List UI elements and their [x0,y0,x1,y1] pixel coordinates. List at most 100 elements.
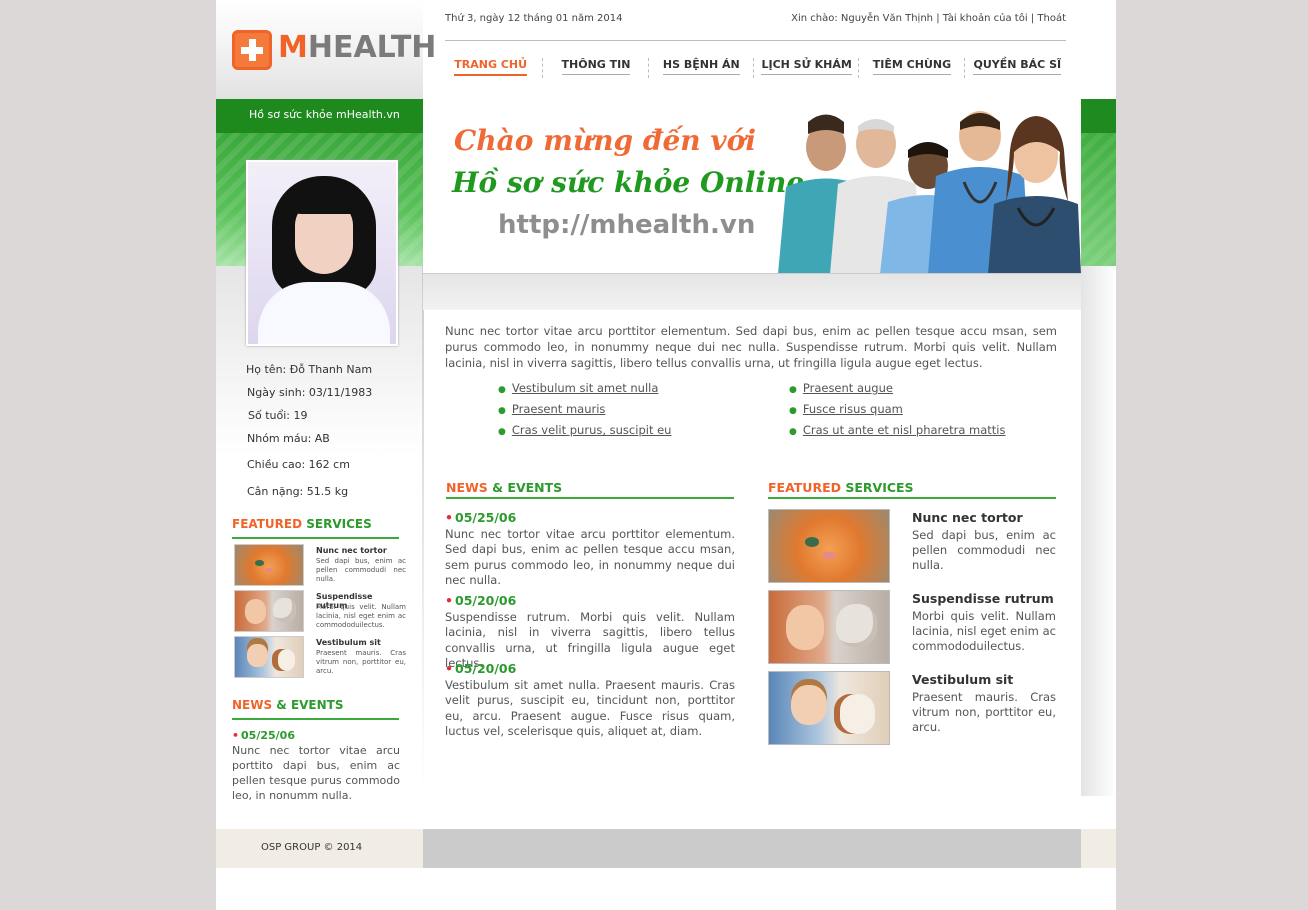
sidebar-service-item[interactable]: Suspendisse rutrum Morbi quis velit. Nul… [234,590,406,634]
service-desc: Praesent mauris. Cras vitrum non, portti… [316,649,406,675]
site-tagline: Hồ sơ sức khỏe mHealth.vn [216,99,423,133]
news-item: • 05/25/06 Nunc nec tortor vitae arcu por… [445,510,735,589]
service-title: Vestibulum sit [316,638,381,647]
sidebar-service-item[interactable]: Vestibulum sit Praesent mauris. Cras vit… [234,636,406,680]
profile-weight: Cân nặng: 51.5 kg [247,485,349,498]
list-item: ● Praesent augue [789,381,1006,402]
news-item: • 05/20/06 Vestibulum sit amet nulla. Pra… [445,661,735,740]
link[interactable]: Cras velit purus, suscipit eu [512,423,672,437]
logo[interactable]: MHEALTH [278,30,436,65]
kid-thumbnail [768,671,890,745]
list-item: ● Cras velit purus, suscipit eu [498,423,671,444]
medical-cross-icon [232,30,272,70]
heading-part-2: & EVENTS [272,698,344,712]
sidebar-news-heading: NEWS & EVENTS [232,698,399,720]
bullet-icon: • [445,510,453,525]
nav-label: TRANG CHỦ [454,54,528,76]
news-date-text: 05/25/06 [455,510,517,525]
bullet-icon: ● [789,406,797,416]
intro-text: Nunc nec tortor vitae arcu porttitor ele… [445,324,1057,370]
heading-part-1: FEATURED [232,517,303,531]
news-item: • 05/20/06 Suspendisse rutrum. Morbi quis… [445,593,735,672]
news-text: Nunc nec tortor vitae arcu porttitor ele… [445,526,735,588]
nav-label: TIÊM CHÙNG [872,54,952,75]
news-text: Vestibulum sit amet nulla. Praesent maur… [445,677,735,739]
bullet-icon: ● [789,427,797,437]
link[interactable]: Vestibulum sit amet nulla [512,381,659,395]
greeting-text: Xin chào: Nguyễn Văn Thịnh [791,13,934,24]
links-column-2: ● Praesent augue ● Fusce risus quam ● Cras … [789,381,1006,444]
footer-corner [1081,829,1116,868]
bullet-icon: • [445,593,453,608]
list-item: ● Fusce risus quam [789,402,1006,423]
news-date: • 05/20/06 [445,593,735,609]
news-date-text: 05/25/06 [241,729,295,742]
nav-item-doctor-permissions[interactable]: QUYỀN BÁC SĨ [965,54,1070,84]
service-item[interactable]: Nunc nec tortor Sed dapi bus, enim ac pe… [768,509,1058,589]
heading-part-2: SERVICES [302,517,372,531]
profile-name: Họ tên: Đỗ Thanh Nam [246,363,373,376]
news-date: • 05/20/06 [445,661,735,677]
link[interactable]: Fusce risus quam [803,402,903,416]
news-date: • 05/25/06 [445,510,735,526]
bullet-icon: • [445,661,453,676]
my-account-link[interactable]: Tài khoản của tôi [943,13,1028,24]
kid-thumbnail [234,636,304,678]
separator: | [933,13,943,24]
nav-item-medical-records[interactable]: HS BỆNH ÁN [649,54,754,84]
logout-link[interactable]: Thoát [1037,13,1066,24]
sidebar-service-item[interactable]: Nunc nec tortor Sed dapi bus, enim ac pe… [234,544,406,588]
welcome-banner: Chào mừng đến với Hồ sơ sức khỏe Online … [423,92,1081,274]
links-column-1: ● Vestibulum sit amet nulla ● Praesent mau… [498,381,671,444]
left-sidebar: MHEALTH Hồ sơ sức khỏe mHealth.vn Họ tên… [216,0,436,829]
nav-item-info[interactable]: THÔNG TIN [543,54,649,84]
link[interactable]: Praesent augue [803,381,893,395]
profile-dob: Ngày sinh: 03/11/1983 [247,386,373,399]
heading-part-1: NEWS [446,480,488,495]
nav-item-visit-history[interactable]: LỊCH SỬ KHÁM [754,54,860,84]
link[interactable]: Cras ut ante et nisl pharetra mattis [803,423,1006,437]
heading-part-1: FEATURED [768,480,841,495]
link[interactable]: Praesent mauris [512,402,606,416]
bullet-icon: ● [498,385,506,395]
logo-text-rest: HEALTH [307,30,437,65]
service-item[interactable]: Vestibulum sit Praesent mauris. Cras vit… [768,671,1058,751]
heading-part-2: & EVENTS [487,480,563,495]
nav-item-vaccination[interactable]: TIÊM CHÙNG [859,54,965,84]
profile-age: Số tuổi: 19 [248,409,308,422]
page: MHEALTH Hồ sơ sức khỏe mHealth.vn Họ tên… [216,0,1116,910]
list-item: ● Cras ut ante et nisl pharetra mattis [789,423,1006,444]
right-green-decoration [1081,99,1116,266]
service-desc: Praesent mauris. Cras vitrum non, portti… [912,690,1056,734]
heading-part-2: SERVICES [841,480,914,495]
footer-bar [423,829,1081,868]
heading-part-1: NEWS [232,698,273,712]
list-item: ● Vestibulum sit amet nulla [498,381,671,402]
bullet-icon: ● [789,385,797,395]
cat-thumbnail [234,544,304,586]
cat-thumbnail [768,509,890,583]
nav-item-home[interactable]: TRANG CHỦ [438,54,544,84]
sidebar-featured-heading: FEATURED SERVICES [232,517,399,539]
banner-url: http://mhealth.vn [498,210,756,240]
logo-area: MHEALTH [216,0,436,99]
footer-copyright: OSP GROUP © 2014 [216,829,423,868]
sidebar-news-item: • 05/25/06 Nunc nec tortor vitae arcu por… [232,728,400,803]
bullet-icon: ● [498,406,506,416]
nav-label: QUYỀN BÁC SĨ [973,54,1062,75]
news-text: Nunc nec tortor vitae arcu porttito dapi… [232,744,400,802]
service-item[interactable]: Suspendisse rutrum Morbi quis velit. Nul… [768,590,1058,670]
service-desc: Morbi quis velit. Nullam lacinia, nisl e… [912,609,1056,653]
doctors-image [778,111,1081,273]
logo-letter-m: M [278,30,308,65]
nav-label: THÔNG TIN [561,54,631,75]
news-date-text: 05/20/06 [455,593,517,608]
service-title: Vestibulum sit [912,672,1014,687]
bullet-icon: ● [498,427,506,437]
news-date-text: 05/20/06 [455,661,517,676]
list-item: ● Praesent mauris [498,402,671,423]
grey-bar [423,274,1081,310]
separator: | [1027,13,1038,24]
service-title: Nunc nec tortor [912,510,1023,525]
featured-services-heading: FEATURED SERVICES [768,480,1056,499]
